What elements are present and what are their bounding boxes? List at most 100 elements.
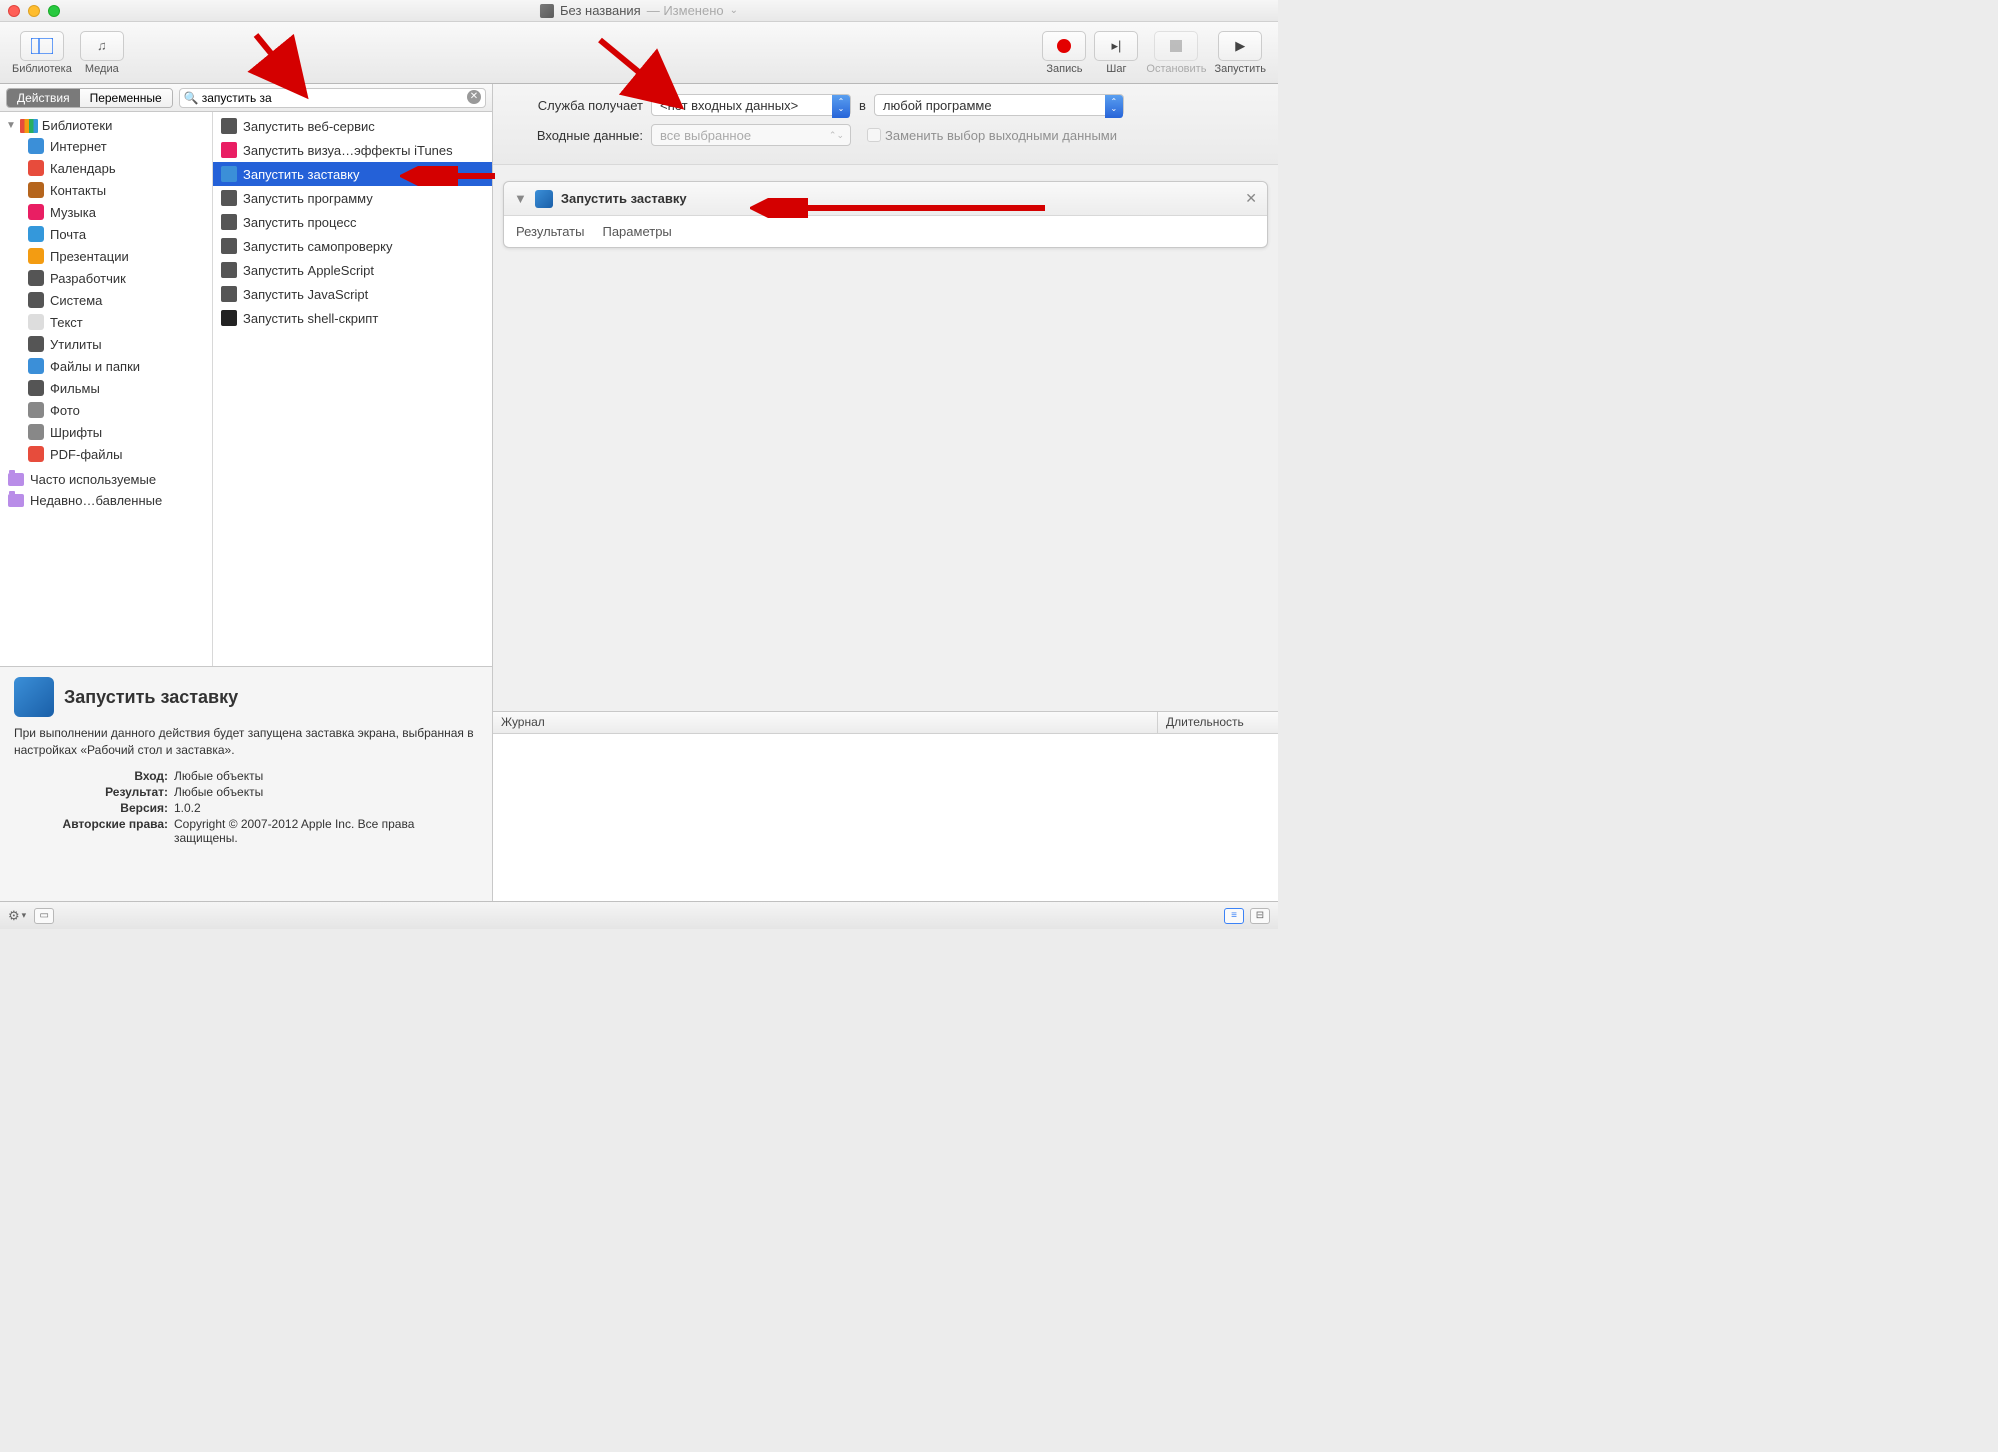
action-item-label: Запустить веб-сервис [243, 119, 375, 134]
sidebar-item[interactable]: Утилиты [0, 333, 212, 355]
action-item[interactable]: Запустить AppleScript [213, 258, 492, 282]
action-parameters-tab[interactable]: Параметры [602, 224, 671, 239]
sidebar-item[interactable]: Музыка [0, 201, 212, 223]
media-button[interactable]: ♫ [80, 31, 124, 61]
action-item-icon [221, 262, 237, 278]
smart-folder-item[interactable]: Часто используемые [0, 469, 212, 490]
info-row-value: 1.0.2 [174, 801, 478, 815]
action-icon [535, 190, 553, 208]
minimize-window-button[interactable] [28, 5, 40, 17]
smart-folder-label: Недавно…бавленные [30, 493, 162, 508]
action-item[interactable]: Запустить shell-скрипт [213, 306, 492, 330]
chevron-down-icon[interactable]: ⌄ [730, 5, 738, 16]
action-item[interactable]: Запустить программу [213, 186, 492, 210]
record-button[interactable] [1042, 31, 1086, 61]
action-item[interactable]: Запустить визуа…эффекты iTunes [213, 138, 492, 162]
action-item-label: Запустить визуа…эффекты iTunes [243, 143, 453, 158]
document-icon [540, 4, 554, 18]
list-view-button[interactable]: ≡ [1224, 908, 1244, 924]
gear-menu-chevron-icon[interactable]: ▾ [22, 910, 27, 921]
action-item[interactable]: Запустить самопроверку [213, 234, 492, 258]
sidebar-item[interactable]: Разработчик [0, 267, 212, 289]
search-icon: 🔍 [184, 91, 199, 105]
window-title-text: Без названия [560, 3, 641, 18]
stop-icon [1170, 40, 1182, 52]
info-row-value: Любые объекты [174, 785, 478, 799]
sidebar-item[interactable]: Презентации [0, 245, 212, 267]
action-item[interactable]: Запустить процесс [213, 210, 492, 234]
sidebar-item[interactable]: Файлы и папки [0, 355, 212, 377]
action-item-label: Запустить процесс [243, 215, 357, 230]
zoom-window-button[interactable] [48, 5, 60, 17]
traffic-lights [8, 5, 60, 17]
stop-label: Остановить [1146, 63, 1206, 75]
in-app-select[interactable]: любой программе [874, 94, 1124, 116]
action-item-label: Запустить заставку [243, 167, 360, 182]
log-column-journal[interactable]: Журнал [493, 712, 1158, 733]
workflow-action[interactable]: ▼ Запустить заставку ✕ Результаты Параме… [503, 181, 1268, 248]
sidebar-item[interactable]: PDF-файлы [0, 443, 212, 465]
category-icon [28, 138, 44, 154]
clear-search-button[interactable]: ✕ [467, 90, 481, 104]
close-window-button[interactable] [8, 5, 20, 17]
smart-folder-icon [8, 473, 24, 486]
media-label: Медиа [85, 63, 119, 75]
action-item-icon [221, 142, 237, 158]
sidebar-item-label: PDF-файлы [50, 447, 122, 462]
action-item[interactable]: Запустить JavaScript [213, 282, 492, 306]
smart-folder-icon [8, 494, 24, 507]
sidebar-item-label: Система [50, 293, 102, 308]
action-item-label: Запустить самопроверку [243, 239, 392, 254]
info-title: Запустить заставку [64, 687, 238, 708]
libraries-icon [20, 119, 38, 133]
sidebar-item-label: Интернет [50, 139, 107, 154]
action-item-label: Запустить AppleScript [243, 263, 374, 278]
info-panel: Запустить заставку При выполнении данног… [0, 666, 492, 901]
workflow-area[interactable]: ▼ Запустить заставку ✕ Результаты Параме… [493, 165, 1278, 711]
sidebar-item[interactable]: Почта [0, 223, 212, 245]
category-icon [28, 402, 44, 418]
service-receives-select[interactable]: <нет входных данных> [651, 94, 851, 116]
info-action-icon [14, 677, 54, 717]
record-label: Запись [1046, 63, 1082, 75]
action-item-label: Запустить программу [243, 191, 373, 206]
search-input[interactable] [179, 88, 486, 108]
record-icon [1057, 39, 1071, 53]
view-toggle-button[interactable]: ▭ [34, 908, 54, 924]
sidebar-item[interactable]: Фильмы [0, 377, 212, 399]
stop-button[interactable] [1154, 31, 1198, 61]
category-icon [28, 314, 44, 330]
sidebar-item[interactable]: Система [0, 289, 212, 311]
action-item[interactable]: Запустить заставку [213, 162, 492, 186]
step-button[interactable]: ▸| [1094, 31, 1138, 61]
remove-action-button[interactable]: ✕ [1245, 190, 1257, 207]
tab-actions[interactable]: Действия [7, 89, 80, 107]
tab-variables[interactable]: Переменные [80, 89, 172, 107]
sidebar-item[interactable]: Текст [0, 311, 212, 333]
action-item[interactable]: Запустить веб-сервис [213, 114, 492, 138]
sidebar-item[interactable]: Интернет [0, 135, 212, 157]
action-disclosure-icon[interactable]: ▼ [514, 191, 527, 206]
action-item-icon [221, 286, 237, 302]
sidebar-item-label: Календарь [50, 161, 116, 176]
smart-folder-item[interactable]: Недавно…бавленные [0, 490, 212, 511]
flow-view-button[interactable]: ⊟ [1250, 908, 1270, 924]
run-button[interactable]: ▶ [1218, 31, 1262, 61]
info-row-label: Версия: [14, 801, 174, 815]
sidebar-libraries-header[interactable]: ▼ Библиотеки [0, 116, 212, 135]
disclosure-triangle-icon[interactable]: ▼ [6, 120, 16, 131]
action-item-icon [221, 118, 237, 134]
gear-icon[interactable]: ⚙ [8, 908, 20, 924]
library-toggle-button[interactable] [20, 31, 64, 61]
sidebar-item-label: Утилиты [50, 337, 102, 352]
sidebar-item[interactable]: Календарь [0, 157, 212, 179]
category-icon [28, 204, 44, 220]
sidebar-item[interactable]: Контакты [0, 179, 212, 201]
sidebar-item[interactable]: Фото [0, 399, 212, 421]
log-column-duration[interactable]: Длительность [1158, 712, 1278, 733]
category-icon [28, 358, 44, 374]
sidebar-item[interactable]: Шрифты [0, 421, 212, 443]
action-results-tab[interactable]: Результаты [516, 224, 584, 239]
run-label: Запустить [1214, 63, 1266, 75]
category-icon [28, 182, 44, 198]
